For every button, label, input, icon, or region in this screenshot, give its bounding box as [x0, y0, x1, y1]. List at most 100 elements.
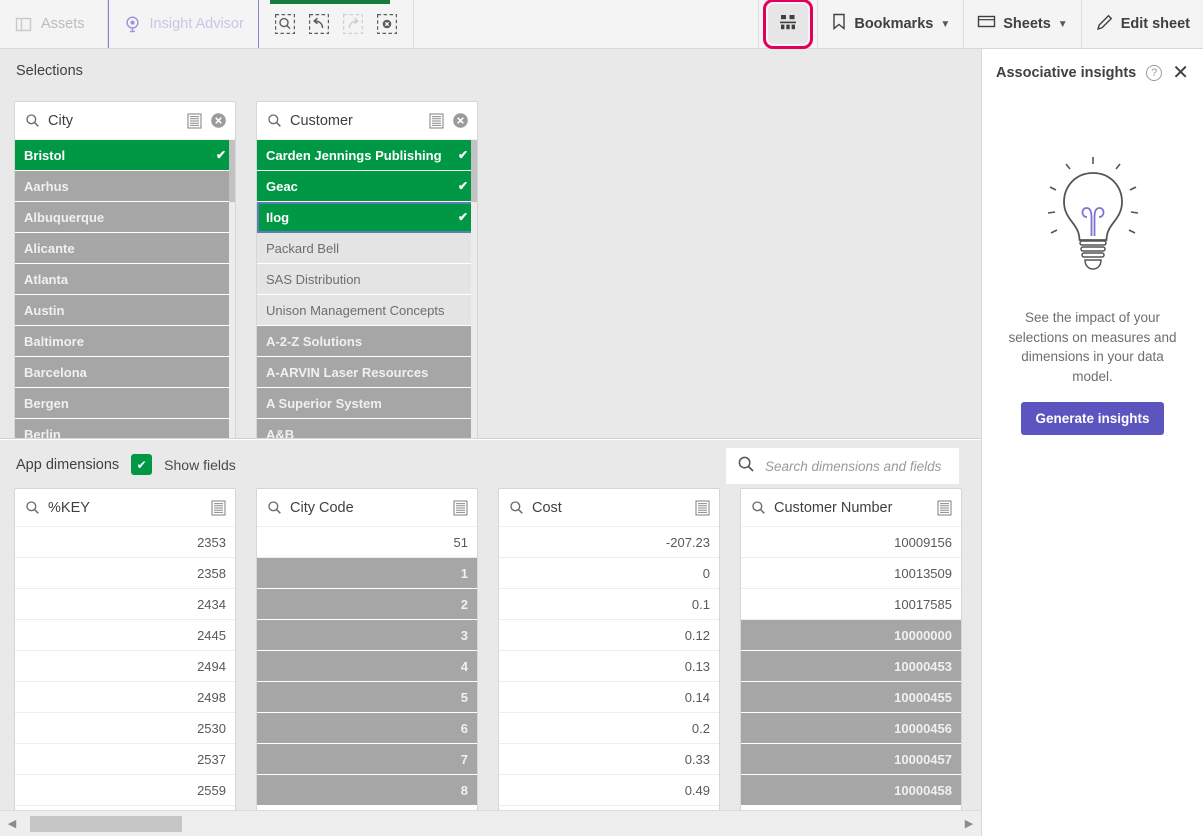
listbox-scrollbar[interactable] — [229, 140, 235, 438]
listbox-view-icon[interactable] — [428, 112, 445, 129]
listbox-item[interactable]: Atlanta — [15, 264, 235, 295]
search-icon[interactable] — [266, 499, 283, 516]
listbox-item[interactable]: Aarhus — [15, 171, 235, 202]
field-box-item[interactable]: 2559 — [15, 775, 235, 806]
field-box-rows: 2353 2358 2434 2445 2494 2498 2530 2537 2559 — [15, 527, 235, 806]
generate-insights-button[interactable]: Generate insights — [1021, 402, 1164, 436]
close-icon[interactable]: ✕ — [1172, 63, 1189, 83]
field-box-item[interactable]: 1 — [257, 558, 477, 589]
step-forward-icon[interactable] — [341, 12, 365, 36]
tab-assets[interactable]: Assets — [0, 0, 108, 48]
show-fields-checkbox[interactable]: ✔ — [131, 454, 153, 475]
listbox-scrollbar-thumb[interactable] — [471, 140, 477, 202]
field-box-item[interactable]: 10000455 — [741, 682, 961, 713]
scroll-right-arrow-icon[interactable]: ▶ — [957, 811, 981, 836]
search-icon[interactable] — [24, 112, 41, 129]
listbox-item[interactable]: Baltimore — [15, 326, 235, 357]
clear-all-selections-icon[interactable] — [375, 12, 399, 36]
selection-listbox-city: City Bristol ✔ Aarhus Albuquerque Alicante Atl… — [14, 101, 236, 439]
step-back-icon[interactable] — [307, 12, 331, 36]
chart-view-button[interactable] — [763, 0, 814, 49]
field-box-item[interactable]: 0.49 — [499, 775, 719, 806]
listbox-item[interactable]: Bristol ✔ — [15, 140, 235, 171]
search-icon[interactable] — [24, 499, 41, 516]
listbox-item-label: Austin — [24, 302, 65, 318]
listbox-item[interactable]: Barcelona — [15, 357, 235, 388]
field-box-item[interactable]: 0.12 — [499, 620, 719, 651]
listbox-item[interactable]: Carden Jennings Publishing ✔ — [257, 140, 477, 171]
listbox-item[interactable]: Ilog ✔ — [257, 202, 477, 233]
sheets-button[interactable]: Sheets ▼ — [963, 0, 1080, 48]
field-box-item[interactable]: 10000457 — [741, 744, 961, 775]
listbox-item[interactable]: Albuquerque — [15, 202, 235, 233]
help-icon[interactable]: ? — [1146, 65, 1163, 81]
search-icon[interactable] — [266, 112, 283, 129]
field-box-item[interactable]: 0.2 — [499, 713, 719, 744]
field-box-item[interactable]: 2537 — [15, 744, 235, 775]
field-box-item[interactable]: 10000000 — [741, 620, 961, 651]
scrollbar-thumb[interactable] — [30, 815, 182, 832]
field-box-item[interactable]: 10000456 — [741, 713, 961, 744]
field-box-item[interactable]: 10013509 — [741, 558, 961, 589]
field-box-item[interactable]: 3 — [257, 620, 477, 651]
listbox-item-label: Unison Management Concepts — [266, 302, 445, 318]
field-box-item[interactable]: 6 — [257, 713, 477, 744]
field-box-item[interactable]: 4 — [257, 651, 477, 682]
edit-sheet-button[interactable]: Edit sheet — [1080, 0, 1203, 48]
chevron-down-icon: ▼ — [940, 18, 951, 30]
clear-selection-icon[interactable] — [452, 112, 469, 129]
field-box-item[interactable]: 0.1 — [499, 589, 719, 620]
scroll-left-arrow-icon[interactable]: ◀ — [0, 811, 24, 836]
listbox-item[interactable]: Bergen — [15, 388, 235, 419]
bookmarks-button[interactable]: Bookmarks ▼ — [817, 0, 963, 48]
listbox-item[interactable]: Berlin — [15, 419, 235, 438]
listbox-item[interactable]: A-ARVIN Laser Resources — [257, 357, 477, 388]
field-box-item[interactable]: 10009156 — [741, 527, 961, 558]
field-view-icon[interactable] — [452, 499, 469, 516]
tab-insight-advisor[interactable]: Insight Advisor — [107, 0, 259, 48]
search-dimensions-field[interactable]: Search dimensions and fields — [726, 448, 959, 484]
field-box-item[interactable]: 2530 — [15, 713, 235, 744]
listbox-scrollbar[interactable] — [471, 140, 477, 438]
field-box-item[interactable]: 10000458 — [741, 775, 961, 806]
search-icon[interactable] — [750, 499, 767, 516]
field-box-item[interactable]: 0.14 — [499, 682, 719, 713]
field-box-item[interactable]: 2353 — [15, 527, 235, 558]
field-box-item[interactable]: 0.13 — [499, 651, 719, 682]
listbox-item[interactable]: Packard Bell — [257, 233, 477, 264]
field-box-item[interactable]: 7 — [257, 744, 477, 775]
listbox-item[interactable]: Austin — [15, 295, 235, 326]
field-view-icon[interactable] — [210, 499, 227, 516]
field-box-item[interactable]: 10000453 — [741, 651, 961, 682]
field-box-item[interactable]: 10017585 — [741, 589, 961, 620]
field-box-item[interactable]: 5 — [257, 682, 477, 713]
listbox-scrollbar-thumb[interactable] — [229, 140, 235, 202]
field-box-item[interactable]: -207.23 — [499, 527, 719, 558]
selection-search-icon[interactable] — [273, 12, 297, 36]
field-box-item[interactable]: 51 — [257, 527, 477, 558]
clear-selection-icon[interactable] — [210, 112, 227, 129]
listbox-item[interactable]: SAS Distribution — [257, 264, 477, 295]
field-view-icon[interactable] — [936, 499, 953, 516]
field-box-item[interactable]: 2494 — [15, 651, 235, 682]
field-box-item[interactable]: 2358 — [15, 558, 235, 589]
field-box-item[interactable]: 8 — [257, 775, 477, 806]
listbox-view-icon[interactable] — [186, 112, 203, 129]
field-box-item[interactable]: 2434 — [15, 589, 235, 620]
listbox-item[interactable]: A&B — [257, 419, 477, 438]
field-box-item[interactable]: 0.33 — [499, 744, 719, 775]
listbox-item[interactable]: Unison Management Concepts — [257, 295, 477, 326]
field-box-item[interactable]: 2 — [257, 589, 477, 620]
field-box-item[interactable]: 0 — [499, 558, 719, 589]
listbox-item[interactable]: Geac ✔ — [257, 171, 477, 202]
listbox-item[interactable]: Alicante — [15, 233, 235, 264]
horizontal-scrollbar[interactable]: ◀ ▶ — [0, 810, 981, 836]
field-box-item[interactable]: 2445 — [15, 620, 235, 651]
search-icon[interactable] — [508, 499, 525, 516]
field-view-icon[interactable] — [694, 499, 711, 516]
field-box-item[interactable]: 2498 — [15, 682, 235, 713]
listbox-item[interactable]: A Superior System — [257, 388, 477, 419]
scrollbar-track[interactable] — [24, 811, 957, 836]
listbox-item[interactable]: A-2-Z Solutions — [257, 326, 477, 357]
